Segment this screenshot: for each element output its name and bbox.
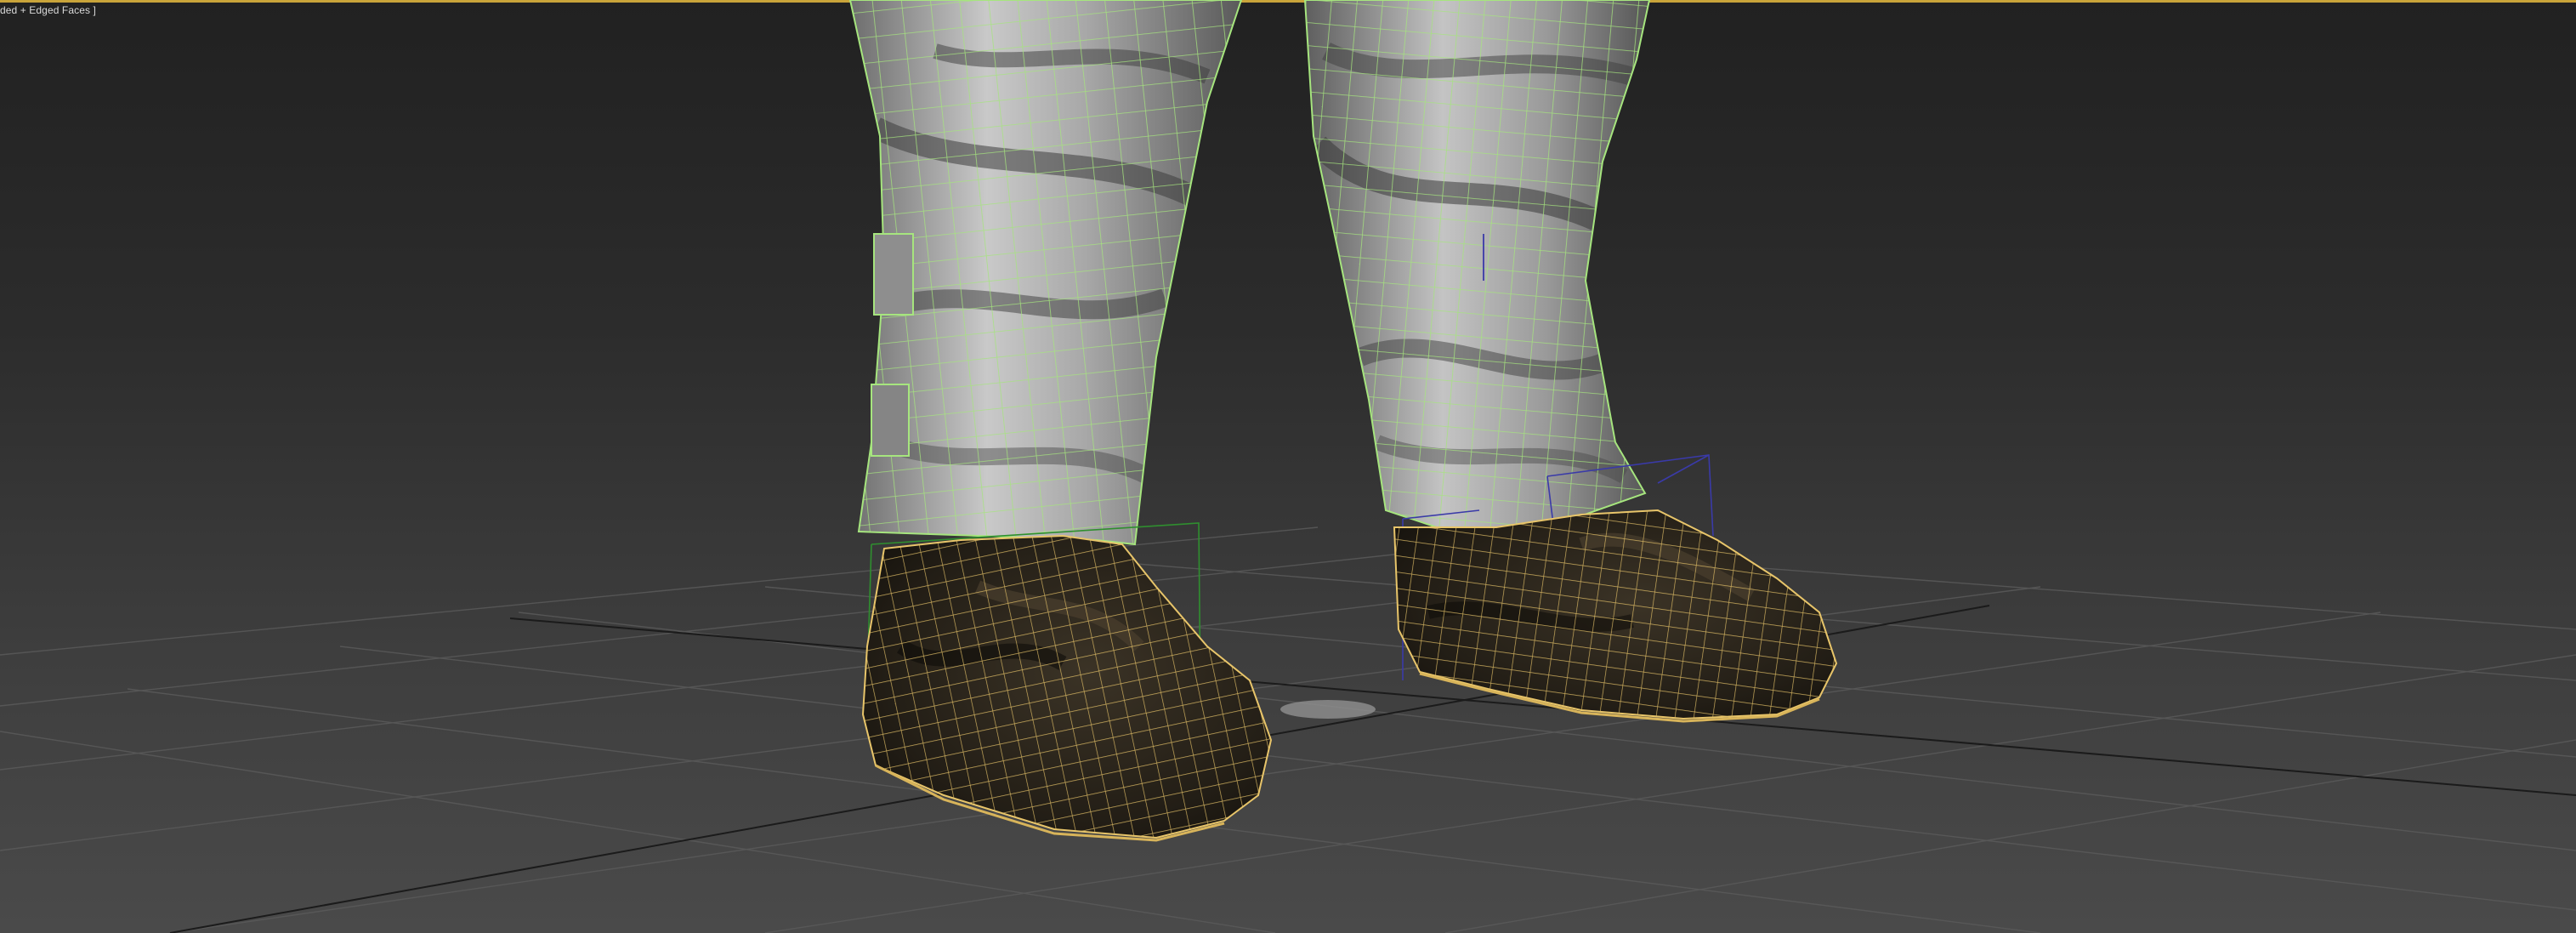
left-boot[interactable] [850,527,1292,851]
left-pant-leg[interactable] [842,0,1250,553]
right-pant-leg[interactable] [1292,0,1658,544]
perspective-viewport[interactable]: ded + Edged Faces ] [0,0,2576,933]
scene-canvas[interactable] [0,0,2576,933]
right-boot[interactable] [1377,502,1853,731]
home-grid [0,526,2576,933]
grid-axis-lines [169,605,2576,933]
light-ellipse-icon[interactable] [1280,700,1376,719]
viewport-shading-label[interactable]: ded + Edged Faces ] [0,4,96,16]
